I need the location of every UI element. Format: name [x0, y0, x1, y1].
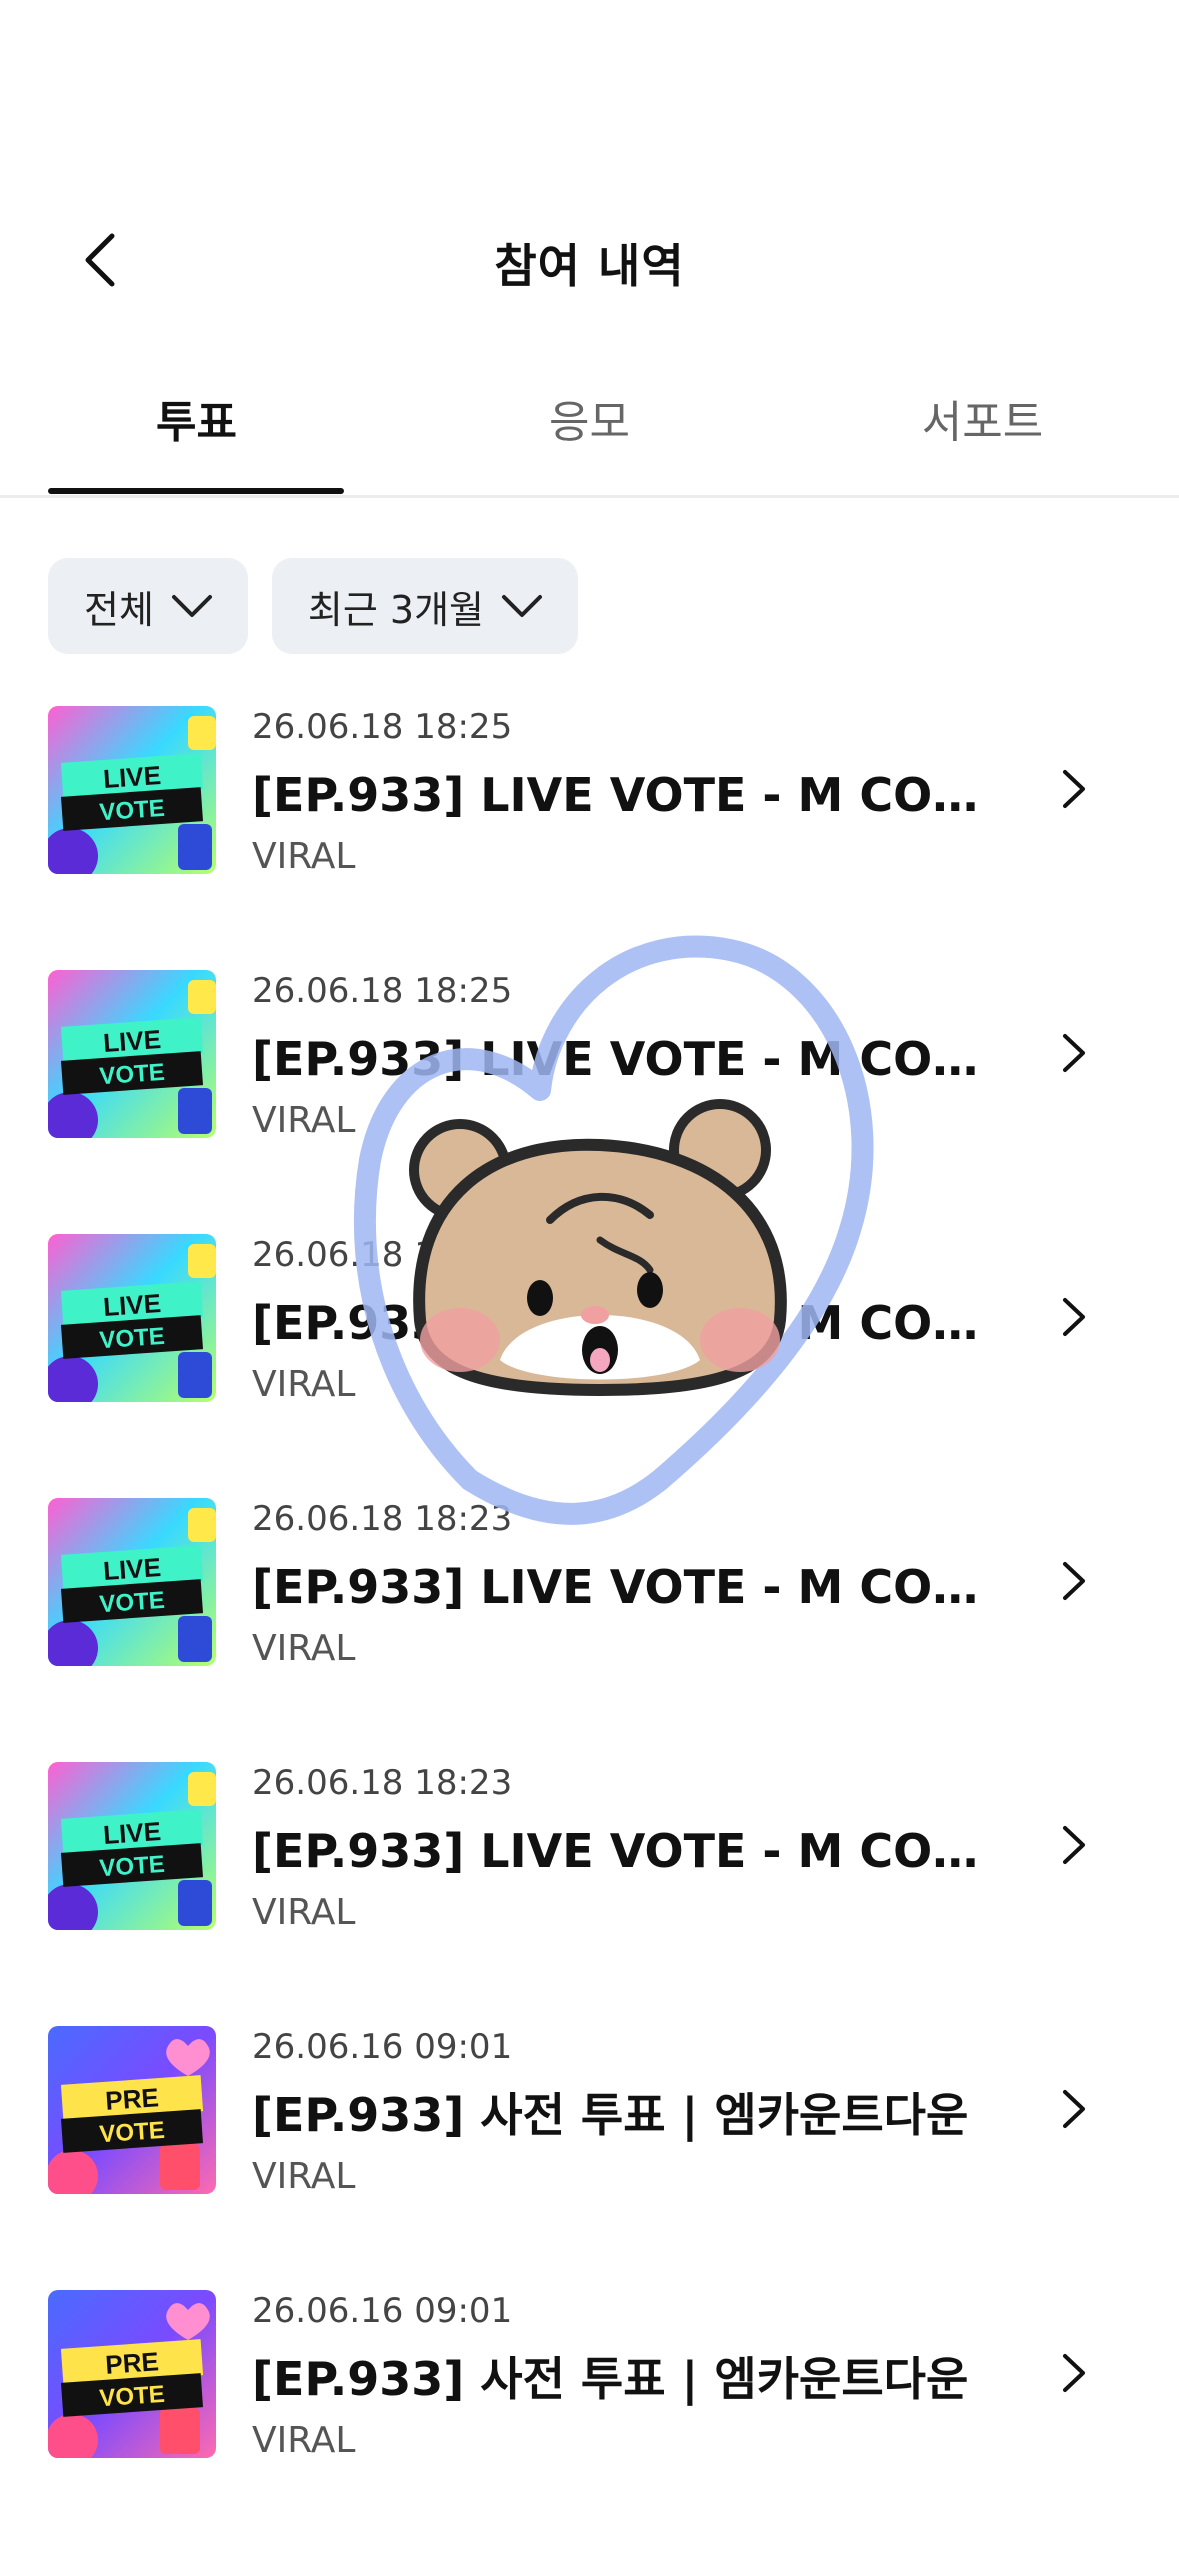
category-filter-label: 전체: [84, 587, 154, 632]
thumbnail-top-text: LIVE: [102, 1024, 162, 1058]
thumbnail-bottom-text: VOTE: [99, 1587, 166, 1618]
chevron-right-icon: [1063, 1034, 1085, 1072]
item-source: VIRAL: [252, 2420, 356, 2461]
chevron-right-icon: [1063, 2354, 1085, 2392]
pre-vote-thumbnail: PRE VOTE: [48, 2290, 216, 2458]
list-item[interactable]: PRE VOTE 26.06.16 09:01 [EP.933] 사전 투표 |…: [0, 2290, 1179, 2554]
item-meta: 26.06.18 18:23 [EP.933] LIVE VOTE - M CO…: [252, 1762, 1012, 1936]
thumbnail-bottom-text: VOTE: [99, 2117, 166, 2148]
item-date: 26.06.18 18:25: [252, 971, 513, 1011]
category-filter[interactable]: 전체: [48, 558, 248, 654]
item-title: [EP.933] LIVE VOTE - M COUNT...: [252, 768, 1012, 822]
item-title: [EP.933] LIVE VOTE - M COUNT...: [252, 1560, 1012, 1614]
tab-bar: 투표 응모 서포트: [0, 340, 1179, 498]
live-vote-thumbnail: LIVE VOTE: [48, 1762, 216, 1930]
period-filter[interactable]: 최근 3개월: [271, 558, 579, 654]
chevron-down-icon: [502, 595, 543, 617]
live-vote-thumbnail: LIVE VOTE: [48, 1498, 216, 1666]
item-date: 26.06.16 09:01: [252, 2027, 513, 2067]
live-vote-thumbnail: LIVE VOTE: [48, 970, 216, 1138]
thumbnail-bottom-text: VOTE: [99, 1851, 166, 1882]
item-date: 26.06.16 09:01: [252, 2291, 513, 2331]
chevron-down-icon: [171, 595, 212, 617]
item-title: [EP.933] 사전 투표 | 엠카운트다운: [252, 2088, 969, 2142]
live-vote-thumbnail: LIVE VOTE: [48, 706, 216, 874]
tab-entry[interactable]: 응모: [393, 340, 786, 495]
item-source: VIRAL: [252, 836, 356, 877]
pre-vote-thumbnail: PRE VOTE: [48, 2026, 216, 2194]
top-bar: 참여 내역: [0, 190, 1179, 330]
thumbnail-top-text: LIVE: [102, 1816, 162, 1850]
list-item[interactable]: LIVE VOTE 26.06.18 18:23 [EP.933] LIVE V…: [0, 1498, 1179, 1762]
tab-support[interactable]: 서포트: [786, 340, 1179, 495]
thumbnail-top-text: PRE: [104, 2082, 159, 2116]
active-tab-indicator: [48, 488, 344, 494]
thumbnail-bottom-text: VOTE: [99, 1059, 166, 1090]
item-meta: 26.06.16 09:01 [EP.933] 사전 투표 | 엠카운트다운 V…: [252, 2026, 1012, 2200]
item-date: 26.06.18 18:24: [252, 1235, 513, 1275]
chevron-right-icon: [1063, 1562, 1085, 1600]
item-meta: 26.06.16 09:01 [EP.933] 사전 투표 | 엠카운트다운 V…: [252, 2290, 1012, 2464]
live-vote-thumbnail: LIVE VOTE: [48, 1234, 216, 1402]
item-title: [EP.933] LIVE VOTE - M COUNT...: [252, 1032, 1012, 1086]
chevron-right-icon: [1063, 1298, 1085, 1336]
filter-bar: 전체 최근 3개월: [48, 558, 579, 654]
list-item[interactable]: PRE VOTE 26.06.16 09:01 [EP.933] 사전 투표 |…: [0, 2026, 1179, 2290]
item-source: VIRAL: [252, 1100, 356, 1141]
list-item[interactable]: LIVE VOTE 26.06.18 18:25 [EP.933] LIVE V…: [0, 706, 1179, 970]
list-item[interactable]: LIVE VOTE 26.06.18 18:23 [EP.933] LIVE V…: [0, 1762, 1179, 2026]
item-meta: 26.06.18 18:25 [EP.933] LIVE VOTE - M CO…: [252, 970, 1012, 1144]
thumbnail-bottom-text: VOTE: [99, 2381, 166, 2412]
thumbnail-top-text: LIVE: [102, 760, 162, 794]
thumbnail-top-text: LIVE: [102, 1288, 162, 1322]
item-source: VIRAL: [252, 2156, 356, 2197]
item-meta: 26.06.18 18:23 [EP.933] LIVE VOTE - M CO…: [252, 1498, 1012, 1672]
item-title: [EP.933] LIVE VOTE - M COUNT...: [252, 1296, 1012, 1350]
period-filter-label: 최근 3개월: [307, 587, 485, 632]
chevron-right-icon: [1063, 2090, 1085, 2128]
participation-list: LIVE VOTE 26.06.18 18:25 [EP.933] LIVE V…: [0, 706, 1179, 2554]
item-date: 26.06.18 18:23: [252, 1763, 513, 1803]
list-item[interactable]: LIVE VOTE 26.06.18 18:24 [EP.933] LIVE V…: [0, 1234, 1179, 1498]
item-meta: 26.06.18 18:25 [EP.933] LIVE VOTE - M CO…: [252, 706, 1012, 880]
item-source: VIRAL: [252, 1892, 356, 1933]
thumbnail-bottom-text: VOTE: [99, 795, 166, 826]
chevron-right-icon: [1063, 1826, 1085, 1864]
item-date: 26.06.18 18:23: [252, 1499, 513, 1539]
thumbnail-top-text: LIVE: [102, 1552, 162, 1586]
thumbnail-bottom-text: VOTE: [99, 1323, 166, 1354]
item-source: VIRAL: [252, 1628, 356, 1669]
item-title: [EP.933] LIVE VOTE - M COUNT...: [252, 1824, 1012, 1878]
page-title: 참여 내역: [494, 239, 685, 293]
tab-vote[interactable]: 투표: [0, 340, 393, 495]
chevron-right-icon: [1063, 770, 1085, 808]
item-source: VIRAL: [252, 1364, 356, 1405]
thumbnail-top-text: PRE: [104, 2346, 159, 2380]
item-meta: 26.06.18 18:24 [EP.933] LIVE VOTE - M CO…: [252, 1234, 1012, 1408]
list-item[interactable]: LIVE VOTE 26.06.18 18:25 [EP.933] LIVE V…: [0, 970, 1179, 1234]
item-title: [EP.933] 사전 투표 | 엠카운트다운: [252, 2352, 969, 2406]
item-date: 26.06.18 18:25: [252, 707, 513, 747]
